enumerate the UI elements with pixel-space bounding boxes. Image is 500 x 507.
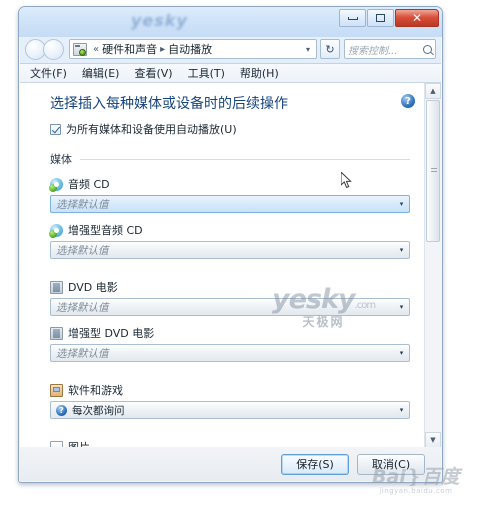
chevron-down-icon[interactable]: ▾ [394,242,409,258]
enhanced-audio-cd-dropdown[interactable]: 选择默认值 ▾ [50,241,410,259]
breadcrumb-autoplay[interactable]: 自动播放 [168,41,212,57]
scroll-down-button[interactable]: ▼ [425,432,441,448]
setting-entry-dvd-movie: DVD 电影 选择默认值 ▾ [50,279,410,316]
entry-label-row: 音频 CD [49,176,410,192]
entry-label-row: 增强型音频 CD [49,222,410,238]
use-autoplay-label: 为所有媒体和设备使用自动播放(U) [66,123,237,136]
entry-label: DVD 电影 [68,281,118,294]
dropdown-value: 选择默认值 [56,198,109,211]
software-and-games-dropdown[interactable]: ? 每次都询问 ▾ [50,401,410,419]
entry-label: 增强型音频 CD [68,224,143,237]
minimize-button[interactable] [339,9,366,27]
search-icon [423,44,432,54]
setting-entry-audio-cd: 音频 CD 选择默认值 ▾ [49,176,410,213]
dropdown-value: 选择默认值 [56,244,109,257]
baidu-watermark-sub: jingyan.baidu.com [379,487,453,495]
title-bar[interactable]: yesky ✕ [19,7,442,37]
address-dropdown-icon[interactable]: ▾ [306,45,313,54]
scroll-area: 选择插入每种媒体或设备时的后续操作 为所有媒体和设备使用自动播放(U) 媒体 音… [20,83,424,448]
close-button[interactable]: ✕ [395,9,439,27]
content-pane: ? 选择插入每种媒体或设备时的后续操作 为所有媒体和设备使用自动播放(U) 媒体… [20,83,441,449]
enhanced-audio-cd-icon [49,223,63,238]
dialog-footer: 保存(S) 取消(C) [20,447,441,481]
breadcrumb-overflow-icon[interactable]: « [93,44,99,55]
menu-item-help[interactable]: 帮助(H) [240,65,279,81]
entry-label-row: 增强型 DVD 电影 [50,325,410,341]
chevron-down-icon[interactable]: ▾ [394,402,409,418]
entry-label-row: DVD 电影 [50,279,410,295]
menu-item-tools[interactable]: 工具(T) [188,65,225,81]
address-bar-row: « 硬件和声音 ▸ 自动播放 ▾ ↻ 搜索控制... [19,35,442,63]
audio-cd-dropdown[interactable]: 选择默认值 ▾ [50,195,410,213]
use-autoplay-checkbox-row[interactable]: 为所有媒体和设备使用自动播放(U) [50,121,410,137]
enhanced-dvd-movie-icon [50,326,63,340]
search-box[interactable]: 搜索控制... [344,39,436,59]
menu-bar: 文件(F) 编辑(E) 查看(V) 工具(T) 帮助(H) [20,63,441,83]
menu-item-edit[interactable]: 编辑(E) [82,65,120,81]
group-divider [80,158,410,160]
search-input[interactable]: 搜索控制... [348,42,423,57]
close-icon: ✕ [411,11,423,25]
maximize-icon [376,14,385,22]
dropdown-value: 选择默认值 [56,301,109,314]
breadcrumb-hardware-and-sound[interactable]: 硬件和声音 [102,41,157,57]
breadcrumb-separator-icon[interactable]: ▸ [160,44,165,55]
software-and-games-icon [50,383,63,397]
setting-entry-enhanced-audio-cd: 增强型音频 CD 选择默认值 ▾ [49,222,410,259]
entry-label: 音频 CD [68,178,110,191]
scrollbar-thumb[interactable] [426,100,440,242]
chevron-down-icon[interactable]: ▾ [394,299,409,315]
chevron-down-icon[interactable]: ▾ [394,345,409,361]
title-watermark: yesky [131,11,188,30]
address-bar[interactable]: « 硬件和声音 ▸ 自动播放 ▾ [69,39,317,59]
enhanced-dvd-movie-dropdown[interactable]: 选择默认值 ▾ [50,344,410,362]
entry-label-row: 软件和游戏 [50,382,410,398]
chevron-down-icon[interactable]: ▾ [394,196,409,212]
save-button[interactable]: 保存(S) [281,453,349,475]
setting-entry-enhanced-dvd-movie: 增强型 DVD 电影 选择默认值 ▾ [50,325,410,362]
refresh-icon: ↻ [325,42,335,56]
maximize-button[interactable] [367,9,394,27]
forward-button[interactable] [43,38,64,60]
refresh-button[interactable]: ↻ [320,39,340,59]
audio-cd-icon [49,177,63,192]
page-title: 选择插入每种媒体或设备时的后续操作 [50,96,288,112]
media-group-header: 媒体 [50,151,410,167]
minimize-icon [347,16,358,20]
scroll-up-button[interactable]: ▲ [425,83,441,99]
entry-label: 增强型 DVD 电影 [68,327,155,340]
entry-label: 软件和游戏 [68,384,123,397]
vertical-scrollbar[interactable]: ▲ ▼ [424,83,441,448]
dropdown-value: 每次都询问 [72,404,125,417]
media-group-label: 媒体 [50,153,72,166]
window-controls: ✕ [339,9,439,27]
menu-item-file[interactable]: 文件(F) [30,65,67,81]
setting-entry-software-and-games: 软件和游戏 ? 每次都询问 ▾ [50,382,410,419]
use-autoplay-checkbox[interactable] [50,123,61,135]
cancel-button[interactable]: 取消(C) [357,453,425,475]
ask-every-time-icon: ? [56,404,67,416]
dvd-movie-dropdown[interactable]: 选择默认值 ▾ [50,298,410,316]
dvd-movie-icon [50,280,63,294]
autoplay-settings-window: yesky ✕ « 硬件和声音 ▸ 自动播放 ▾ ↻ 搜索控制... 文件(F)… [18,6,443,483]
control-panel-icon [73,42,87,56]
settings-list: 选择插入每种媒体或设备时的后续操作 为所有媒体和设备使用自动播放(U) 媒体 音… [20,83,424,448]
dropdown-value: 选择默认值 [56,347,109,360]
menu-item-view[interactable]: 查看(V) [134,65,172,81]
